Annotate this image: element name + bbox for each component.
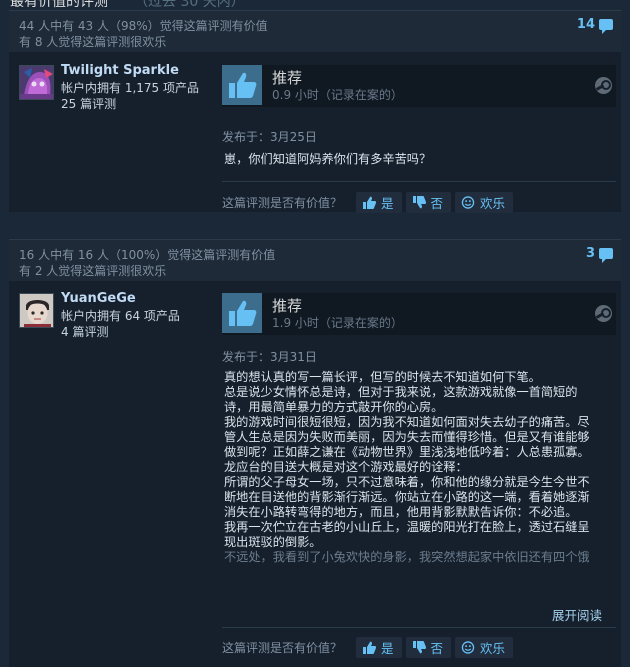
divider [222,181,616,182]
comment-count-link[interactable]: 3 [586,246,613,263]
playtime: 1.9 小时（记录在案的） [272,316,403,330]
review-line: 断地在目送他的背影渐行渐远。你站立在小路的这一端，看着她逐渐 [224,490,590,504]
author-product-count[interactable]: 帐户内拥有 1,175 项产品 [61,79,199,96]
vote-funny-button[interactable]: 欢乐 [455,192,514,213]
section-title: 最有价值的评测 （过去 30 天内） [10,0,245,10]
review-line: 所谓的父子母女一场，只不过意味着，你和他的缘分就是今生今世不 [224,475,590,489]
review-line: 管人生总是因为失败而美丽，因为失去而懂得珍惜。但是又有谁能够 [224,430,590,444]
verdict-label: 推荐 [272,69,303,87]
funny-count: 有 2 人觉得这篇评测很欢乐 [19,264,167,278]
helpful-count: 44 人中有 43 人（98%）觉得这篇评测有价值 [19,19,268,33]
review-content: 推荐 1.9 小时（记录在案的） 发布于：3月31日 真的想认真的写一篇长评，但… [222,293,616,663]
smiley-icon [461,196,475,209]
review-line: 消失在小路转弯得的地方，而且，他用背影默默告诉你：不必追。 [224,505,578,519]
helpful-prompt: 这篇评测是否有价值？ [222,196,343,210]
author-product-count[interactable]: 帐户内拥有 64 项产品 [61,307,180,324]
helpful-controls: 这篇评测是否有价值？ 是 否 欢乐 [222,637,514,658]
review-content: 推荐 0.9 小时（记录在案的） 发布于：3月25日 崽，你们知道阿妈养你们有多… [222,65,616,213]
helpful-prompt: 这篇评测是否有价值？ [222,641,343,655]
helpful-controls: 这篇评测是否有价值？ 是 否 欢乐 [222,192,514,213]
funny-count: 有 8 人觉得这篇评测很欢乐 [19,35,167,49]
expand-review-link[interactable]: 展开阅读 [552,605,602,624]
thumbs-up-icon [363,641,377,654]
review-line: 我的游戏时间很短很短，因为我不知道如何面对失去幼子的痛苦。尽 [224,415,590,429]
divider [222,627,616,628]
author-name[interactable]: Twilight Sparkle [61,63,179,78]
posted-date: 发布于：3月25日 [222,130,317,144]
review-line: 现出斑驳的倒影。 [224,535,322,549]
author-review-count[interactable]: 4 篇评测 [61,323,108,340]
review-body: 崽，你们知道阿妈养你们有多辛苦吗？ [224,152,616,167]
review-card: 44 人中有 43 人（98%）觉得这篇评测有价值 有 8 人觉得这篇评测很欢乐… [9,10,621,213]
author-name[interactable]: YuanGeGe [61,291,136,306]
review-line: 我再一次伫立在古老的小山丘上，温暖的阳光打在脸上，透过石缝呈 [224,520,590,534]
vote-header[interactable]: 推荐 0.9 小时（记录在案的） [222,65,616,107]
thumbs-up-icon [363,196,377,209]
review-line: 不远处，我看到了小兔欢快的身影，我突然想起家中依旧还有四个饿 [224,550,590,564]
review-line: 崽，你们知道阿妈养你们有多辛苦吗？ [224,152,432,166]
vote-no-button[interactable]: 否 [405,192,452,213]
review-line: 真的想认真的写一篇长评，但写的时候去不知道如何下笔。 [224,370,541,384]
smiley-icon [461,641,475,654]
vote-no-button[interactable]: 否 [405,637,452,658]
thumbs-up-icon [222,293,262,333]
playtime: 0.9 小时（记录在案的） [272,88,403,102]
review-body: 真的想认真的写一篇长评，但写的时候去不知道如何下笔。 总是说少女情怀总是诗，但对… [224,370,616,587]
comment-icon [599,248,613,263]
review-line: 龙应台的目送大概是对这个游戏最好的诠释： [224,460,468,474]
section-header: 最有价值的评测 （过去 30 天内） [0,0,630,10]
vote-funny-button[interactable]: 欢乐 [455,637,514,658]
review-card: 16 人中有 16 人（100%）觉得这篇评测有价值 有 2 人觉得这篇评测很欢… [9,239,621,667]
review-line: 诗，用最简单暴力的方式敲开你的心房。 [224,400,444,414]
comment-icon [599,19,613,34]
steam-icon [595,77,612,94]
review-line: 做到呢？正如薛之谦在《动物世界》里浅浅地低吟着：人总患孤寡。 [224,445,590,459]
steam-icon [595,305,612,322]
avatar[interactable] [19,65,54,100]
thumbs-down-icon [412,196,426,209]
posted-date: 发布于：3月31日 [222,350,317,364]
review-line: 总是说少女情怀总是诗，但对于我来说，这款游戏就像一首简短的 [224,385,578,399]
helpful-count: 16 人中有 16 人（100%）觉得这篇评测有价值 [19,248,276,262]
thumbs-up-icon [222,65,262,105]
vote-header[interactable]: 推荐 1.9 小时（记录在案的） [222,293,616,335]
vote-yes-button[interactable]: 是 [356,637,402,658]
comment-count-link[interactable]: 14 [577,17,613,34]
review-stats: 44 人中有 43 人（98%）觉得这篇评测有价值 有 8 人觉得这篇评测很欢乐… [9,10,621,52]
avatar[interactable] [19,293,54,328]
thumbs-down-icon [412,641,426,654]
author-review-count[interactable]: 25 篇评测 [61,95,116,112]
review-stats: 16 人中有 16 人（100%）觉得这篇评测有价值 有 2 人觉得这篇评测很欢… [9,239,621,281]
vote-yes-button[interactable]: 是 [356,192,402,213]
verdict-label: 推荐 [272,297,303,315]
